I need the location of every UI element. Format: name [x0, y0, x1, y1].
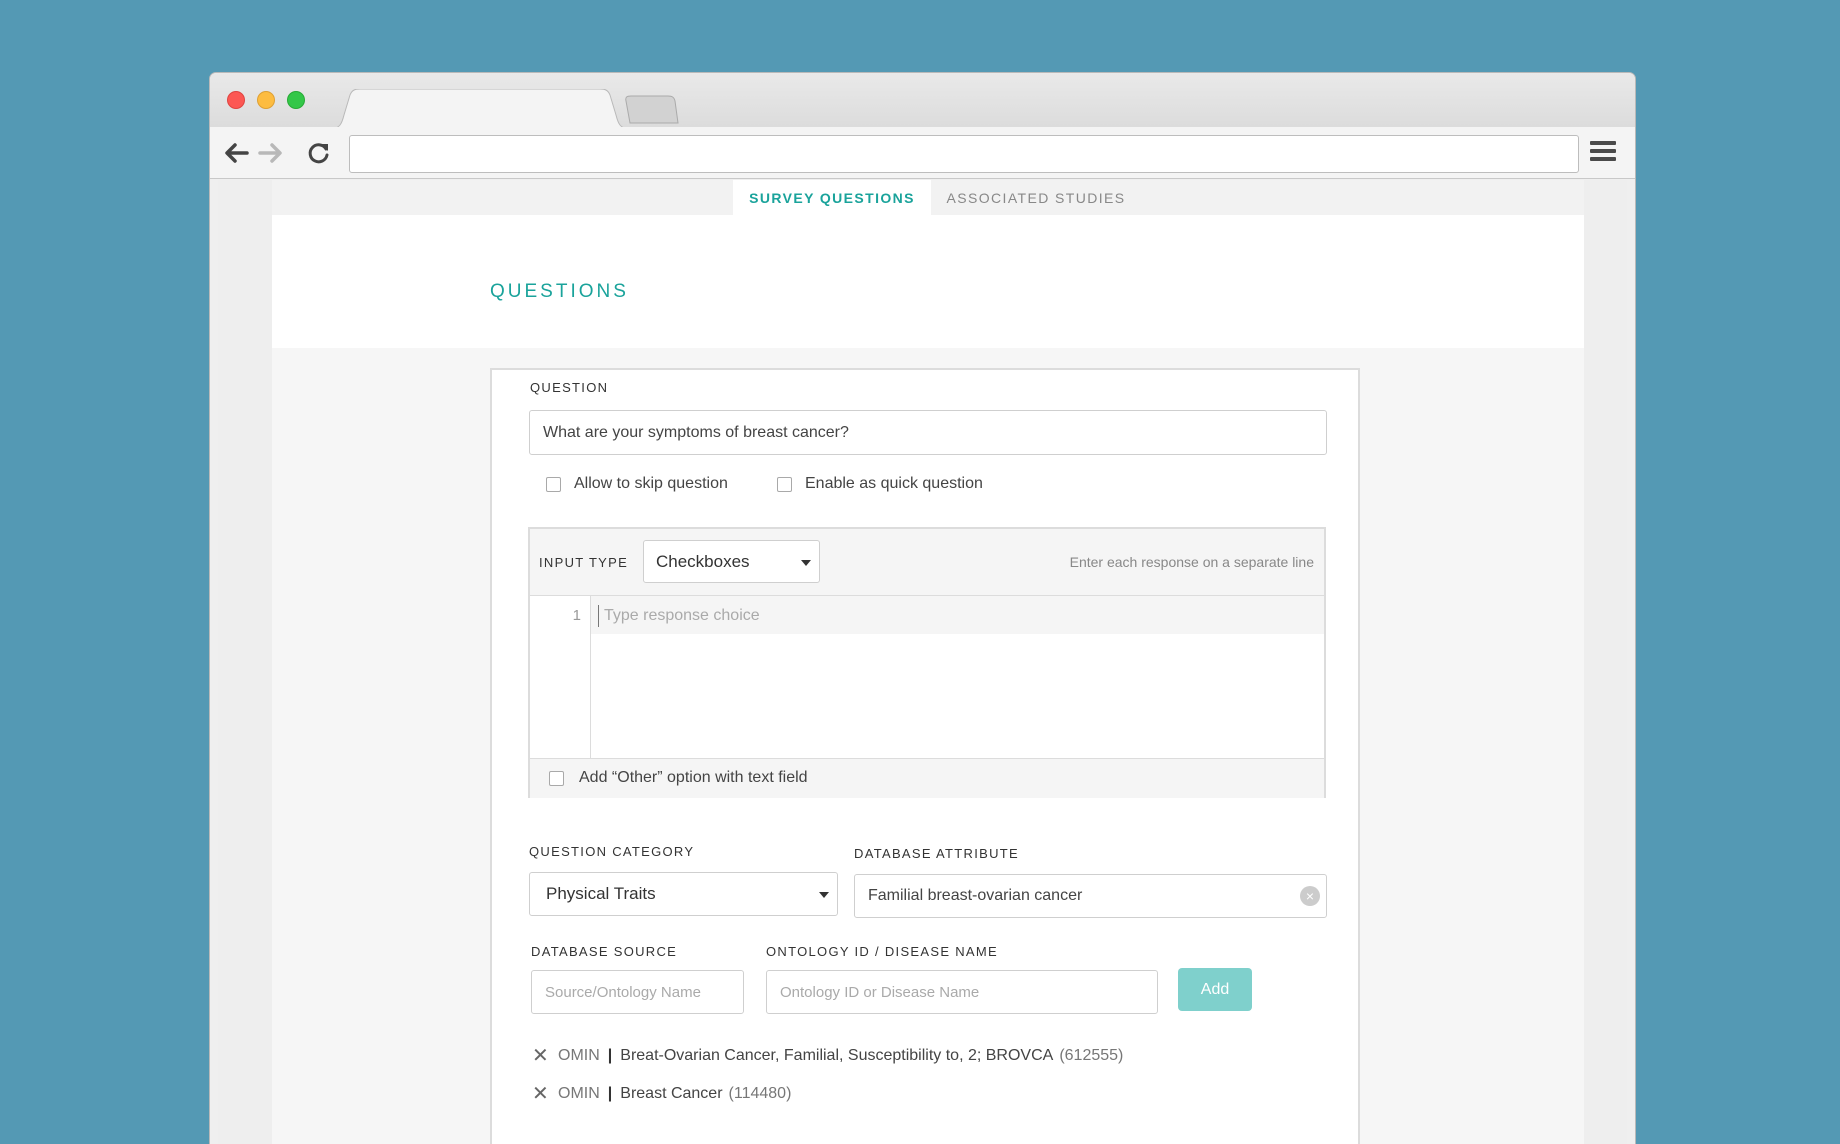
back-arrow-icon[interactable]	[222, 139, 250, 167]
line-number: 1	[572, 607, 581, 624]
text-cursor	[598, 605, 599, 627]
reload-icon[interactable]	[305, 139, 333, 167]
title-bar	[210, 73, 1635, 129]
question-card: QUESTION What are your symptoms of breas…	[490, 368, 1360, 1144]
browser-toolbar	[210, 127, 1635, 179]
quick-question-label: Enable as quick question	[805, 475, 983, 492]
ontology-label: ONTOLOGY ID / DISEASE NAME	[766, 944, 998, 959]
input-type-bar: INPUT TYPE Checkboxes Enter each respons…	[530, 529, 1324, 596]
database-attribute-input[interactable]: Familial breast-ovarian cancer ×	[854, 874, 1327, 918]
remove-tag-icon[interactable]: ✕	[532, 1081, 552, 1106]
tag-name: Breat-Ovarian Cancer, Familial, Suscepti…	[620, 1046, 1054, 1064]
response-choices-editor[interactable]: 1 Type response choice	[530, 596, 1324, 758]
page-viewport: SURVEY QUESTIONS ASSOCIATED STUDIES QUES…	[218, 180, 1627, 1144]
ontology-tag: ✕ OMIN | Breat-Ovarian Cancer, Familial,…	[532, 1043, 1123, 1068]
minimize-window-button[interactable]	[257, 91, 275, 109]
database-source-input[interactable]: Source/Ontology Name	[531, 970, 744, 1014]
input-type-label: INPUT TYPE	[539, 555, 629, 570]
question-category-value: Physical Traits	[546, 884, 656, 903]
browser-window: SURVEY QUESTIONS ASSOCIATED STUDIES QUES…	[209, 72, 1636, 1144]
response-hint: Enter each response on a separate line	[1069, 554, 1314, 570]
main-content: SURVEY QUESTIONS ASSOCIATED STUDIES QUES…	[272, 180, 1584, 1144]
tab-associated-studies[interactable]: ASSOCIATED STUDIES	[932, 180, 1140, 215]
quick-question-checkbox[interactable]	[777, 477, 792, 492]
other-option-label: Add “Other” option with text field	[579, 769, 808, 786]
chevron-down-icon	[819, 892, 829, 898]
forward-arrow-icon[interactable]	[257, 139, 285, 167]
tab-survey-questions[interactable]: SURVEY QUESTIONS	[733, 180, 931, 215]
database-attribute-label: DATABASE ATTRIBUTE	[854, 846, 1019, 861]
question-label: QUESTION	[530, 380, 609, 395]
ontology-input[interactable]: Ontology ID or Disease Name	[766, 970, 1158, 1014]
other-option-checkbox[interactable]	[549, 771, 564, 786]
question-category-label: QUESTION CATEGORY	[529, 844, 695, 859]
section-header: QUESTIONS	[272, 215, 1584, 348]
sub-navigation: SURVEY QUESTIONS ASSOCIATED STUDIES	[272, 180, 1584, 215]
hamburger-menu-icon[interactable]	[1590, 141, 1616, 165]
question-category-select[interactable]: Physical Traits	[529, 872, 838, 916]
remove-tag-icon[interactable]: ✕	[532, 1043, 552, 1068]
response-placeholder: Type response choice	[604, 607, 760, 624]
page-title: QUESTIONS	[490, 281, 629, 302]
allow-skip-checkbox[interactable]	[546, 477, 561, 492]
tag-source: OMIN	[558, 1084, 600, 1102]
input-type-value: Checkboxes	[656, 551, 750, 571]
clear-icon[interactable]: ×	[1300, 886, 1320, 906]
tag-separator: |	[607, 1046, 613, 1064]
maximize-window-button[interactable]	[287, 91, 305, 109]
chevron-down-icon	[801, 559, 811, 566]
tag-separator: |	[607, 1084, 613, 1102]
input-type-select[interactable]: Checkboxes	[643, 540, 820, 583]
add-button[interactable]: Add	[1178, 968, 1252, 1011]
database-attribute-value: Familial breast-ovarian cancer	[868, 887, 1083, 904]
tag-source: OMIN	[558, 1046, 600, 1064]
tag-name: Breast Cancer	[620, 1084, 723, 1102]
new-tab-button[interactable]	[624, 95, 680, 125]
browser-tab[interactable]	[330, 89, 630, 129]
tag-id: (612555)	[1059, 1046, 1124, 1064]
other-option-bar: Add “Other” option with text field	[530, 758, 1324, 798]
address-bar[interactable]	[349, 135, 1579, 173]
ontology-tag: ✕ OMIN | Breast Cancer (114480)	[532, 1081, 791, 1106]
tag-id: (114480)	[728, 1084, 792, 1102]
close-window-button[interactable]	[227, 91, 245, 109]
response-editor-box: INPUT TYPE Checkboxes Enter each respons…	[528, 527, 1326, 798]
allow-skip-label: Allow to skip question	[574, 475, 728, 492]
question-input[interactable]: What are your symptoms of breast cancer?	[529, 410, 1327, 455]
database-source-label: DATABASE SOURCE	[531, 944, 678, 959]
